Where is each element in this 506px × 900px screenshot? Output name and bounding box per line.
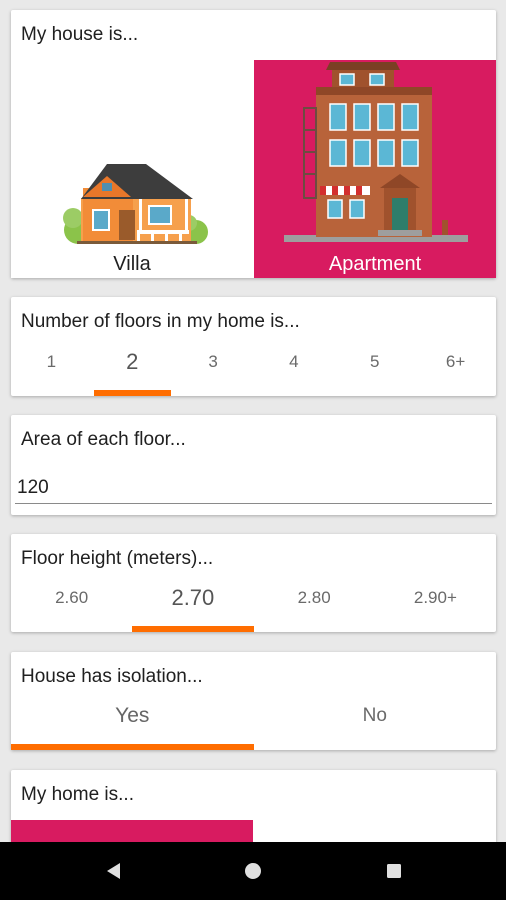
floors-title: Number of floors in my home is... bbox=[21, 311, 300, 332]
selection-indicator bbox=[11, 744, 254, 750]
house-type-card: My house is... Villa Apartment bbox=[11, 10, 496, 278]
floors-card: Number of floors in my home is... 1 2 3 … bbox=[11, 297, 496, 396]
floors-option-3[interactable]: 3 bbox=[173, 342, 254, 396]
height-option-2-60[interactable]: 2.60 bbox=[11, 576, 132, 632]
floors-option-2[interactable]: 2 bbox=[92, 342, 173, 396]
apartment-label: Apartment bbox=[328, 253, 422, 275]
isolation-option-label: No bbox=[362, 705, 387, 726]
isolation-yes-option[interactable]: Yes bbox=[11, 694, 254, 750]
floors-option-label: 5 bbox=[369, 352, 380, 371]
height-option-2-80[interactable]: 2.80 bbox=[254, 576, 375, 632]
isolation-no-option[interactable]: No bbox=[254, 694, 497, 750]
height-option-2-90-plus[interactable]: 2.90+ bbox=[375, 576, 496, 632]
floors-option-label: 6+ bbox=[445, 352, 466, 371]
floors-option-label: 2 bbox=[126, 349, 139, 374]
home-title: My home is... bbox=[21, 784, 134, 805]
area-title: Area of each floor... bbox=[21, 429, 186, 450]
house-type-title: My house is... bbox=[21, 24, 139, 45]
area-card: Area of each floor... bbox=[11, 415, 496, 515]
navigation-bar bbox=[0, 842, 506, 900]
home-circle-icon[interactable] bbox=[243, 861, 263, 881]
floors-option-6-plus[interactable]: 6+ bbox=[415, 342, 496, 396]
back-triangle-icon[interactable] bbox=[104, 861, 124, 881]
isolation-selector: Yes No bbox=[11, 694, 496, 750]
height-option-label: 2.60 bbox=[55, 588, 89, 607]
floor-height-card: Floor height (meters)... 2.60 2.70 2.80 … bbox=[11, 534, 496, 632]
home-card: My home is... bbox=[11, 770, 496, 850]
isolation-option-label: Yes bbox=[115, 704, 150, 727]
floors-selector: 1 2 3 4 5 6+ bbox=[11, 342, 496, 396]
floor-height-selector: 2.60 2.70 2.80 2.90+ bbox=[11, 576, 496, 632]
floors-option-5[interactable]: 5 bbox=[334, 342, 415, 396]
floors-option-1[interactable]: 1 bbox=[11, 342, 92, 396]
isolation-title: House has isolation... bbox=[21, 666, 203, 687]
floors-option-label: 4 bbox=[289, 352, 299, 371]
floors-option-4[interactable]: 4 bbox=[253, 342, 334, 396]
selection-indicator bbox=[93, 390, 171, 396]
height-option-label: 2.90+ bbox=[413, 588, 457, 607]
floor-height-title: Floor height (meters)... bbox=[21, 548, 214, 569]
isolation-card: House has isolation... Yes No bbox=[11, 652, 496, 750]
villa-option[interactable]: Villa bbox=[11, 60, 253, 278]
villa-label: Villa bbox=[113, 253, 151, 275]
selection-indicator bbox=[132, 626, 254, 632]
apartment-option[interactable]: Apartment bbox=[254, 60, 496, 278]
floors-option-label: 1 bbox=[46, 352, 57, 371]
area-input[interactable] bbox=[15, 473, 492, 504]
villa-house-icon bbox=[63, 164, 208, 244]
recent-square-icon[interactable] bbox=[384, 861, 404, 881]
floors-option-label: 3 bbox=[208, 352, 218, 371]
height-option-label: 2.80 bbox=[297, 588, 331, 607]
apartment-building-icon bbox=[284, 62, 468, 242]
height-option-label: 2.70 bbox=[171, 585, 215, 610]
height-option-2-70[interactable]: 2.70 bbox=[132, 576, 254, 632]
